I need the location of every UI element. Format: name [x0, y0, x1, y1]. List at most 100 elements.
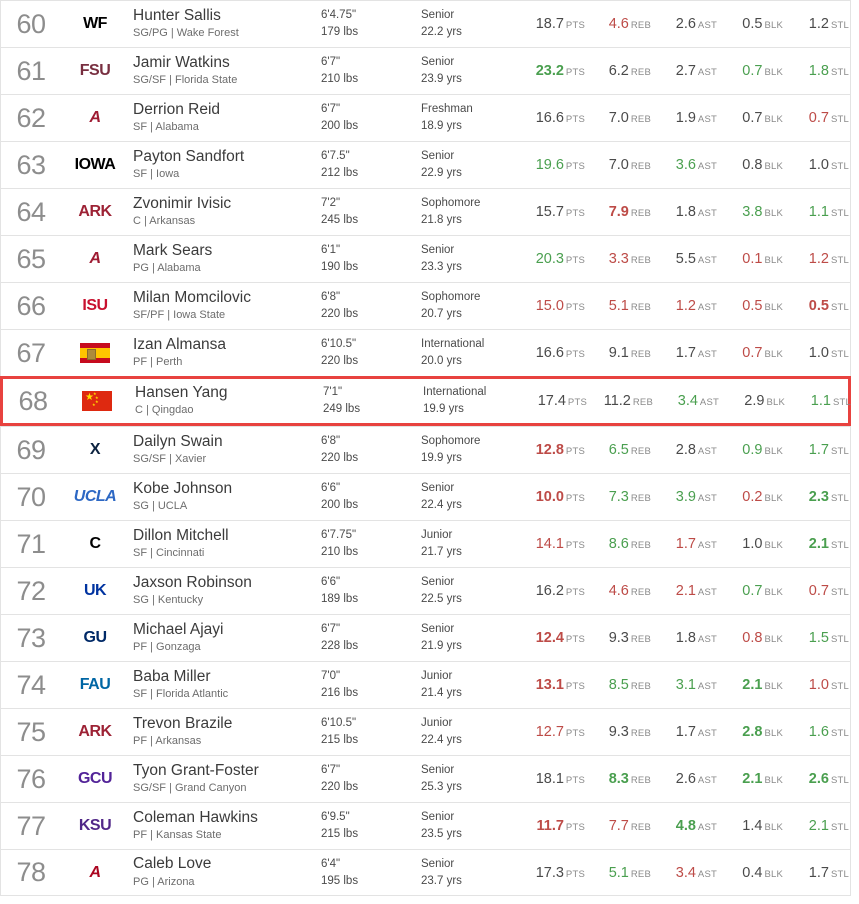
- stat-label: REB: [630, 208, 651, 219]
- player-height: 6'8": [321, 435, 341, 448]
- table-row[interactable]: 76 GCU Tyon Grant-Foster SG/SF | Grand Cany…: [0, 755, 851, 802]
- player-info[interactable]: Hunter Sallis SG/PG | Wake Forest: [129, 7, 321, 41]
- player-class-age: Senior 22.9 yrs: [421, 148, 521, 181]
- player-info[interactable]: Michael Ajayi PF | Gonzaga: [129, 621, 321, 655]
- table-row[interactable]: 70 UCLA Kobe Johnson SG | UCLA 6'6" 200 lbs Se…: [0, 473, 851, 520]
- player-position-school: SF | Cincinnati: [133, 547, 205, 560]
- table-row[interactable]: 62 A Derrion Reid SF | Alabama 6'7" 200 lbs Fr…: [0, 94, 851, 141]
- stat-value: 1.0: [808, 157, 829, 173]
- rank-number: 68: [18, 385, 48, 416]
- player-class-age: Senior 23.9 yrs: [421, 54, 521, 87]
- stat-label: REB: [630, 114, 651, 125]
- stat-value: 4.6: [608, 583, 629, 599]
- stat-label: AST: [697, 728, 717, 739]
- stat-value: 16.2: [535, 583, 564, 599]
- player-info[interactable]: Zvonimir Ivisic C | Arkansas: [129, 195, 321, 229]
- stat-ast: 5.5 AST: [653, 250, 719, 268]
- player-info[interactable]: Hansen Yang C | Qingdao: [131, 384, 323, 418]
- arkansas-logo: ARK: [78, 723, 112, 740]
- stat-label: STL: [830, 775, 849, 786]
- player-measurements: 6'1" 190 lbs: [321, 242, 421, 275]
- player-measurements: 7'0" 216 lbs: [321, 668, 421, 701]
- player-height: 6'10.5": [321, 338, 357, 351]
- player-info[interactable]: Dailyn Swain SG/SF | Xavier: [129, 433, 321, 467]
- stat-label: STL: [830, 822, 849, 833]
- stat-pts: 12.7 PTS: [521, 723, 587, 741]
- china-flag-icon: ★ ★ ★ ★ ★: [82, 391, 112, 411]
- stat-blk: 2.9 BLK: [721, 392, 787, 410]
- table-row[interactable]: 63 IOWA Payton Sandfort SF | Iowa 6'7.5" 212 …: [0, 141, 851, 188]
- player-info[interactable]: Kobe Johnson SG | UCLA: [129, 480, 321, 514]
- player-info[interactable]: Derrion Reid SF | Alabama: [129, 101, 321, 135]
- stat-label: AST: [697, 446, 717, 457]
- stat-label: AST: [697, 587, 717, 598]
- stat-reb: 4.6 REB: [587, 15, 653, 33]
- player-class: Junior: [421, 529, 453, 542]
- player-measurements: 6'4.75" 179 lbs: [321, 7, 421, 40]
- stat-blk: 0.8 BLK: [719, 629, 785, 647]
- player-class: Senior: [421, 811, 455, 824]
- stat-value: 7.9: [608, 204, 629, 220]
- stat-label: BLK: [764, 20, 783, 31]
- player-class-age: Sophomore 21.8 yrs: [421, 195, 521, 228]
- stat-value: 2.1: [675, 583, 696, 599]
- stat-value: 0.7: [742, 583, 763, 599]
- stat-value: 3.9: [675, 489, 696, 505]
- stat-reb: 11.2 REB: [589, 392, 655, 410]
- stat-stl: 1.0 STL: [785, 156, 851, 174]
- stat-value: 9.3: [608, 724, 629, 740]
- stat-pts: 16.6 PTS: [521, 344, 587, 362]
- player-info[interactable]: Dillon Mitchell SF | Cincinnati: [129, 527, 321, 561]
- stat-reb: 9.3 REB: [587, 723, 653, 741]
- player-info[interactable]: Izan Almansa PF | Perth: [129, 336, 321, 370]
- stat-label: PTS: [565, 255, 585, 266]
- player-class-age: Senior 25.3 yrs: [421, 762, 521, 795]
- player-info[interactable]: Coleman Hawkins PF | Kansas State: [129, 809, 321, 843]
- stat-value: 0.4: [742, 864, 763, 881]
- table-row[interactable]: 77 KSU Coleman Hawkins PF | Kansas State 6'9…: [0, 802, 851, 849]
- table-row[interactable]: 72 UK Jaxson Robinson SG | Kentucky 6'6" 189 …: [0, 567, 851, 614]
- player-info[interactable]: Jamir Watkins SG/SF | Florida State: [129, 54, 321, 88]
- table-row[interactable]: 71 C Dillon Mitchell SF | Cincinnati 6'7.75"…: [0, 520, 851, 567]
- player-info[interactable]: Jaxson Robinson SG | Kentucky: [129, 574, 321, 608]
- stat-value: 0.8: [742, 157, 763, 173]
- player-position-school: PF | Arkansas: [133, 735, 202, 748]
- stat-blk: 3.8 BLK: [719, 203, 785, 221]
- player-height: 7'1": [323, 386, 343, 399]
- stat-value: 1.6: [808, 724, 829, 740]
- stat-reb: 3.3 REB: [587, 250, 653, 268]
- table-row[interactable]: 78 A Caleb Love PG | Arizona 6'4" 195 lbs Seni…: [0, 849, 851, 896]
- stat-blk: 0.7 BLK: [719, 62, 785, 80]
- table-row[interactable]: 61 FSU Jamir Watkins SG/SF | Florida State 6…: [0, 47, 851, 94]
- stat-blk: 1.0 BLK: [719, 535, 785, 553]
- player-weight: 220 lbs: [321, 308, 359, 320]
- table-row[interactable]: 60 WF Hunter Sallis SG/PG | Wake Forest 6'4.…: [0, 0, 851, 47]
- player-info[interactable]: Milan Momcilovic SF/PF | Iowa State: [129, 289, 321, 323]
- table-row[interactable]: 66 ISU Milan Momcilovic SF/PF | Iowa State 6…: [0, 282, 851, 329]
- player-info[interactable]: Tyon Grant-Foster SG/SF | Grand Canyon: [129, 762, 321, 796]
- stat-label: BLK: [764, 255, 783, 266]
- player-stats: 16.6 PTS 9.1 REB 1.7 AST 0.7 BLK 1.0 STL: [521, 344, 859, 362]
- table-row[interactable]: 67 Izan Almansa PF | Perth 6'10.5" 220 lbs In…: [0, 329, 851, 376]
- player-class: Junior: [421, 670, 453, 683]
- table-row[interactable]: 65 A Mark Sears PG | Alabama 6'1" 190 lbs Seni…: [0, 235, 851, 282]
- table-row[interactable]: 69 X Dailyn Swain SG/SF | Xavier 6'8" 220 lbs…: [0, 426, 851, 473]
- stat-label: BLK: [764, 775, 783, 786]
- table-row[interactable]: 74 FAU Baba Miller SF | Florida Atlantic 7'0…: [0, 661, 851, 708]
- stat-label: PTS: [565, 634, 585, 645]
- player-info[interactable]: Payton Sandfort SF | Iowa: [129, 148, 321, 182]
- stat-value: 1.7: [808, 864, 829, 881]
- table-row[interactable]: 64 ARK Zvonimir Ivisic C | Arkansas 7'2" 245 …: [0, 188, 851, 235]
- table-row[interactable]: 73 GU Michael Ajayi PF | Gonzaga 6'7" 228 lbs…: [0, 614, 851, 661]
- stat-value: 1.4: [742, 818, 763, 834]
- stat-reb: 7.9 REB: [587, 203, 653, 221]
- player-info[interactable]: Caleb Love PG | Arizona: [129, 855, 321, 889]
- player-weight: 200 lbs: [321, 499, 359, 511]
- table-row[interactable]: 75 ARK Trevon Brazile PF | Arkansas 6'10.5" 2…: [0, 708, 851, 755]
- stat-label: BLK: [764, 446, 783, 457]
- player-info[interactable]: Trevon Brazile PF | Arkansas: [129, 715, 321, 749]
- player-info[interactable]: Mark Sears PG | Alabama: [129, 242, 321, 276]
- player-info[interactable]: Baba Miller SF | Florida Atlantic: [129, 668, 321, 702]
- table-row[interactable]: 68 ★ ★ ★ ★ ★ Hansen Yang C | Qingdao 7'1" 249 lbs…: [0, 376, 851, 426]
- stat-label: BLK: [764, 681, 783, 692]
